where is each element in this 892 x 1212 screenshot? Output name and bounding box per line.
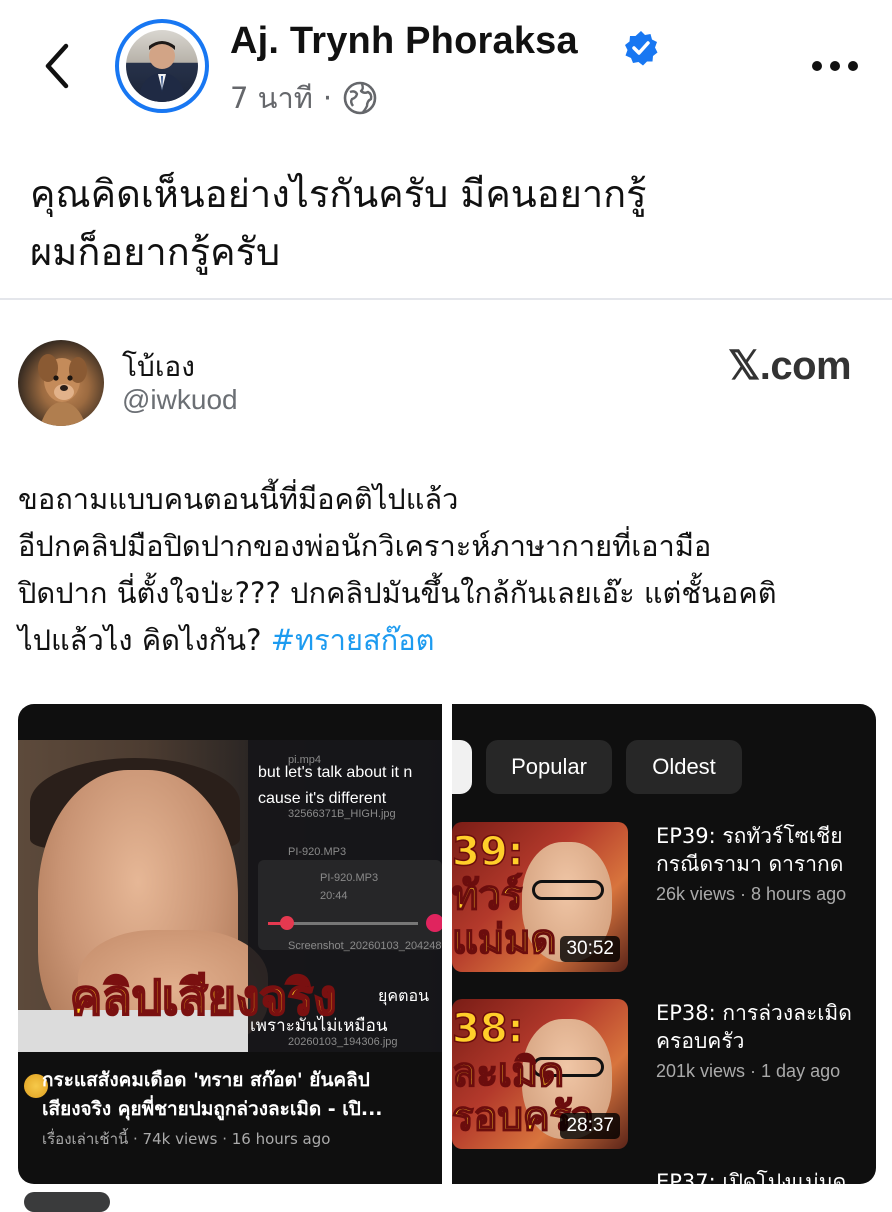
thumbnail-text: 39: ทัวร์ แม่มด <box>452 829 557 963</box>
video-title-line: กรณีดรามา ดารากด <box>656 852 844 876</box>
verified-badge-icon <box>625 31 658 66</box>
more-options-button[interactable] <box>810 55 860 77</box>
attached-image-left[interactable]: pi.mp4 but let's talk about it n cause i… <box>18 704 442 1184</box>
video-duration: 28:37 <box>560 1113 620 1139</box>
thumbnail-text-line: 39: <box>452 829 524 875</box>
back-button[interactable] <box>34 36 84 96</box>
reaction-bar-edge <box>24 1192 110 1212</box>
author-avatar-image <box>126 30 198 102</box>
post-meta: 7 นาที · <box>230 75 378 121</box>
tweet-author-handle[interactable]: @iwkuod <box>122 384 238 416</box>
tweet-line: อีปกคลิปมือปิดปากของพ่อนักวิเคราะห์ภาษาก… <box>18 529 712 563</box>
tweet-line: ปิดปาก นี่ตั้งใจป่ะ??? ปกคลิปมันขึ้นใกล้… <box>18 576 777 610</box>
video-title: กระแสสังคมเดือด 'ทราย สก๊อต' ยันคลิป เสี… <box>42 1066 432 1124</box>
tweet-author-name[interactable]: โบ้เอง <box>122 345 195 389</box>
video-meta: 201k views · 1 day ago <box>656 1061 841 1081</box>
caption-line: คุณคิดเห็นอย่างไรกันครับ มีคนอยากรู้ <box>30 172 647 216</box>
video-meta: เรื่องเล่าเช้านี้ · 74k views · 16 hours… <box>42 1130 331 1148</box>
post-caption: คุณคิดเห็นอย่างไรกันครับ มีคนอยากรู้ ผมก… <box>30 165 860 281</box>
thumbnail-text-line: แม่มด <box>452 917 557 963</box>
video-title: EP37: เปิดโปงแม่มด <box>656 1170 847 1184</box>
audio-duration: 20:44 <box>320 890 348 902</box>
post-header: Aj. Trynh Phoraksa 7 นาที · <box>0 0 892 135</box>
tweet-author-avatar[interactable] <box>18 340 104 426</box>
video-thumbnail: 38: ละเมิด รอบครัว 28:37 <box>452 999 628 1149</box>
author-name[interactable]: Aj. Trynh Phoraksa <box>230 20 578 63</box>
post-time[interactable]: 7 นาที <box>230 75 313 121</box>
video-duration: 30:52 <box>560 936 620 962</box>
video-title-line: ครอบครัว <box>656 1029 745 1053</box>
video-title-line: เสียงจริง คุยพี่ชายปมถูกล่วงละเมิด - เปิ… <box>42 1098 383 1120</box>
caption-line: ผมก็อยากรู้ครับ <box>30 230 281 274</box>
thumbnail-text-line: ทัวร์ <box>452 873 523 919</box>
chevron-left-icon <box>45 43 69 89</box>
video-thumbnail: pi.mp4 but let's talk about it n cause i… <box>18 740 442 1052</box>
overlay-file-name: PI-920.MP3 <box>288 846 347 858</box>
x-com-logo[interactable]: 𝕏.com <box>728 343 852 389</box>
overlay-file-name: Screenshot_20260103_204248 <box>288 940 442 952</box>
record-icon <box>426 914 442 932</box>
filter-chip-popular: Popular <box>486 740 612 794</box>
tweet-line: ขอถามแบบคนตอนนี้ที่มีอคติไปแล้ว <box>18 482 459 516</box>
video-thumbnail: 39: ทัวร์ แม่มด 30:52 <box>452 822 628 972</box>
filter-chip-latest <box>452 740 472 794</box>
more-horizontal-icon <box>812 61 858 71</box>
tweet-text: ขอถามแบบคนตอนนี้ที่มีอคติไปแล้ว อีปกคลิป… <box>18 476 878 664</box>
author-avatar[interactable] <box>115 19 209 113</box>
video-meta: 26k views · 8 hours ago <box>656 884 847 904</box>
audio-progress-handle <box>280 916 294 930</box>
overlay-subtitle: cause it's different <box>258 790 387 807</box>
video-title-line: กระแสสังคมเดือด 'ทราย สก๊อต' ยันคลิป <box>42 1069 370 1091</box>
thumbnail-subtext: เพราะมันไม่เหมือน <box>250 1016 388 1036</box>
video-title: EP39: รถทัวร์โซเชีย กรณีดรามา ดารากด <box>656 822 876 878</box>
overlay-file-name: 32566371B_HIGH.jpg <box>288 808 396 820</box>
meta-separator: · <box>322 81 333 115</box>
thumbnail-text-line: ละเมิด <box>452 1050 565 1096</box>
video-title-line: EP39: รถทัวร์โซเชีย <box>656 824 843 848</box>
video-title-line: EP38: การล่วงละเมิด <box>656 1001 852 1025</box>
thumbnail-subtext: ยุคตอน <box>378 988 430 1005</box>
attached-image-right[interactable]: Popular Oldest 39: ทัวร์ แม่มด 30:52 EP3… <box>452 704 876 1184</box>
video-title: EP38: การล่วงละเมิด ครอบครัว <box>656 999 876 1055</box>
globe-icon <box>343 81 377 115</box>
thumbnail-text-line: 38: <box>452 1006 524 1052</box>
tweet-line-text: ไปแล้วไง คิดไงกัน? <box>18 623 271 657</box>
tweet-line: ไปแล้วไง คิดไงกัน? #ทรายสก๊อต <box>18 617 878 664</box>
hashtag-link[interactable]: #ทรายสก๊อต <box>271 623 435 657</box>
filter-chip-oldest: Oldest <box>626 740 742 794</box>
audio-file-name: PI-920.MP3 <box>320 872 379 884</box>
overlay-subtitle: but let's talk about it n <box>258 764 413 781</box>
audio-player: PI-920.MP3 20:44 <box>258 860 442 950</box>
divider <box>0 298 892 300</box>
